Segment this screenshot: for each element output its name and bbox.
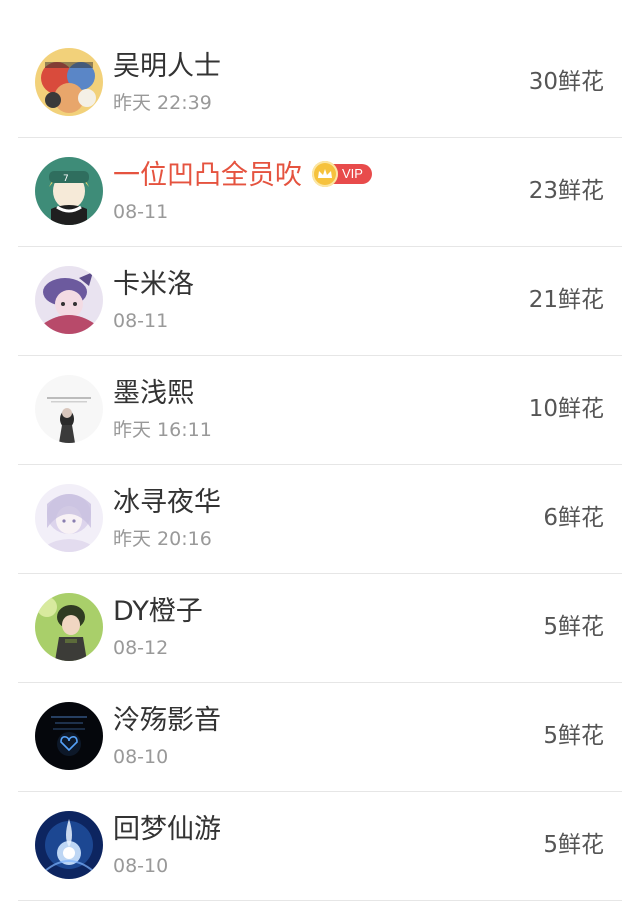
flower-count: 21鲜花	[528, 287, 604, 313]
list-item[interactable]: 回梦仙游 08-10 5鲜花	[18, 792, 622, 901]
timestamp: 昨天 20:16	[113, 528, 212, 550]
avatar[interactable]: 7	[35, 157, 103, 225]
flower-count: 10鲜花	[528, 396, 604, 422]
timestamp: 昨天 16:11	[113, 419, 212, 441]
avatar[interactable]	[35, 48, 103, 116]
user-name[interactable]: 一位凹凸全员吹 VIP	[113, 159, 372, 193]
timestamp: 08-12	[113, 637, 169, 659]
avatar[interactable]	[35, 702, 103, 770]
timestamp: 08-11	[113, 310, 169, 332]
flower-count: 30鲜花	[528, 69, 604, 95]
avatar[interactable]	[35, 811, 103, 879]
list-item[interactable]: 7 一位凹凸全员吹 VIP 08-11 23鲜花	[18, 138, 622, 247]
flower-count: 6鲜花	[543, 505, 604, 531]
avatar[interactable]	[35, 484, 103, 552]
avatar[interactable]	[35, 266, 103, 334]
timestamp: 08-11	[113, 201, 169, 223]
flower-ranking-list: 吴明人士 昨天 22:39 30鲜花 7 一位凹凸全员吹 VIP 08-11 23…	[0, 0, 640, 901]
user-name-text: 一位凹凸全员吹	[113, 160, 302, 191]
crown-icon	[312, 160, 338, 187]
timestamp: 08-10	[113, 855, 169, 877]
list-item[interactable]: 卡米洛 08-11 21鲜花	[18, 247, 622, 356]
user-name[interactable]: 吴明人士	[113, 50, 221, 84]
vip-badge: VIP	[312, 160, 372, 187]
flower-count: 5鲜花	[543, 832, 604, 858]
timestamp: 昨天 22:39	[113, 92, 212, 114]
flower-count: 5鲜花	[543, 614, 604, 640]
timestamp: 08-10	[113, 746, 169, 768]
user-name[interactable]: DY橙子	[113, 595, 203, 629]
flower-count: 5鲜花	[543, 723, 604, 749]
list-item[interactable]: 墨浅熙 昨天 16:11 10鲜花	[18, 356, 622, 465]
user-name[interactable]: 卡米洛	[113, 268, 194, 302]
list-item[interactable]: DY橙子 08-12 5鲜花	[18, 574, 622, 683]
list-item[interactable]: 冰寻夜华 昨天 20:16 6鲜花	[18, 465, 622, 574]
svg-text:7: 7	[63, 174, 69, 184]
avatar[interactable]	[35, 593, 103, 661]
user-name[interactable]: 泠殇影音	[113, 704, 221, 738]
list-item[interactable]: 泠殇影音 08-10 5鲜花	[18, 683, 622, 792]
list-item[interactable]: 吴明人士 昨天 22:39 30鲜花	[18, 29, 622, 138]
user-name[interactable]: 冰寻夜华	[113, 486, 221, 520]
flower-count: 23鲜花	[528, 178, 604, 204]
user-name[interactable]: 回梦仙游	[113, 813, 221, 847]
avatar[interactable]	[35, 375, 103, 443]
user-name[interactable]: 墨浅熙	[113, 377, 194, 411]
